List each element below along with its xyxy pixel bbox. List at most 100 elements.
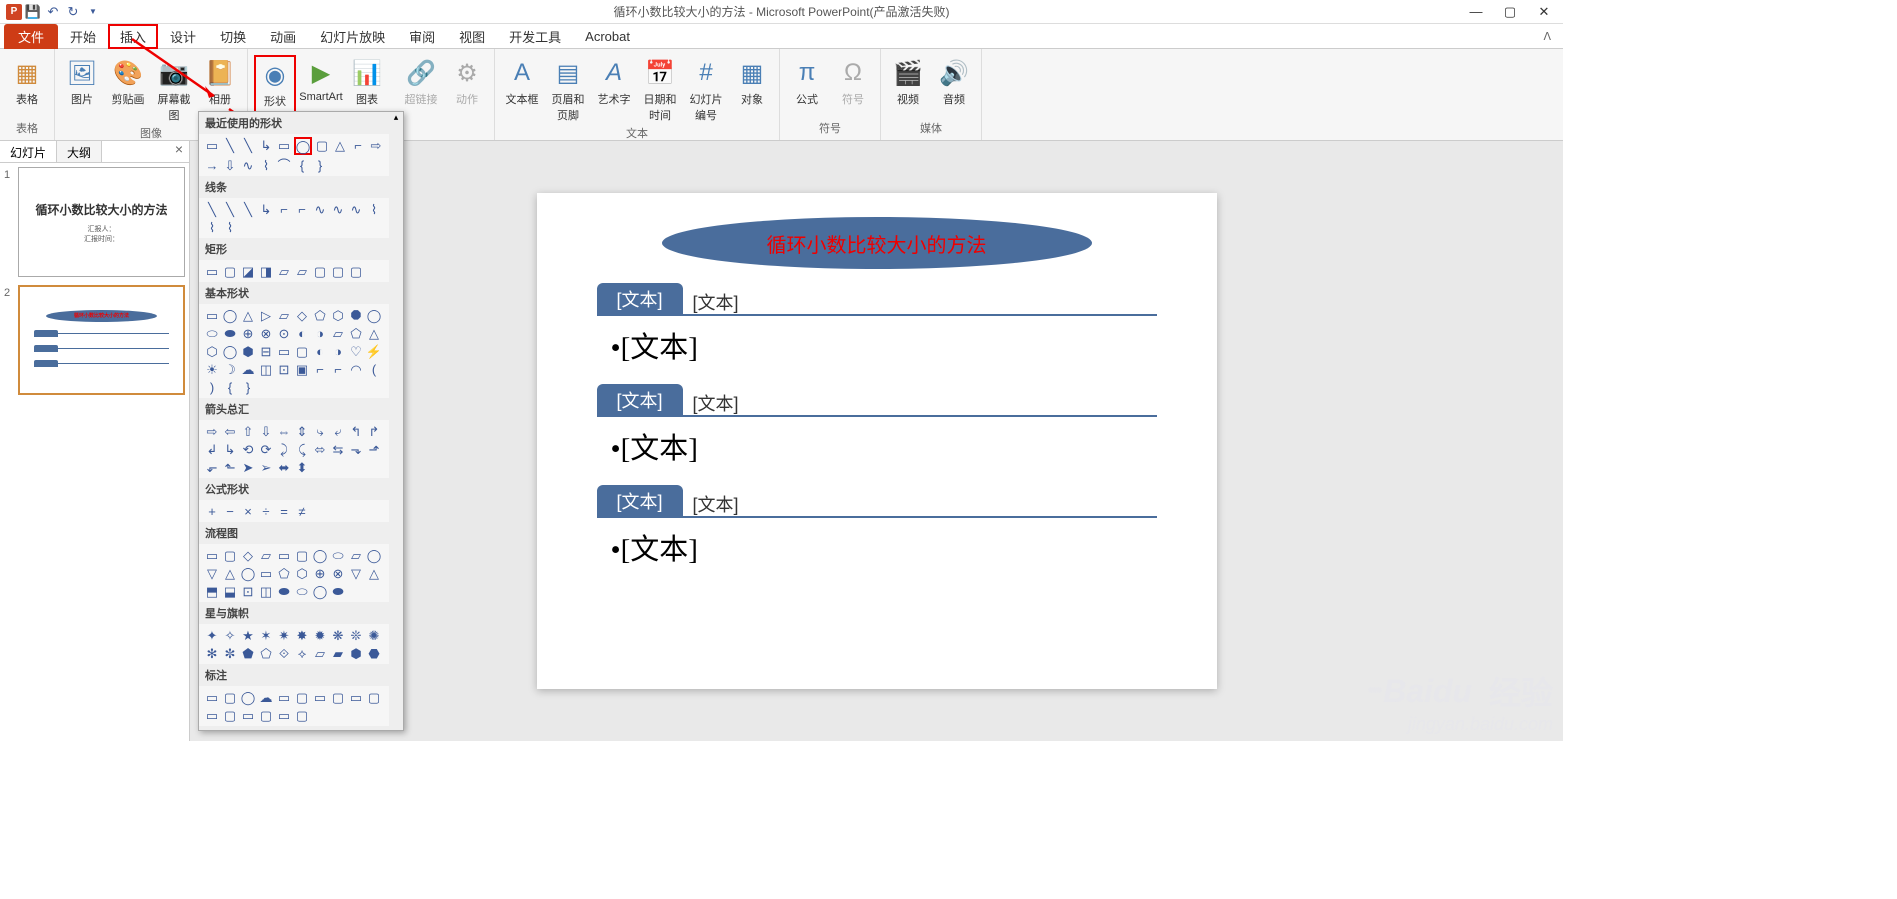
block-subtitle[interactable]: [文本]: [693, 289, 739, 315]
slidenum-button[interactable]: #幻灯片编号: [685, 55, 727, 125]
equation-icon: π: [791, 57, 823, 89]
symbol-icon: Ω: [837, 57, 869, 89]
shape-rrect[interactable]: ▢: [314, 137, 330, 153]
shape-curve[interactable]: ∿: [240, 157, 256, 173]
block-subtitle[interactable]: [文本]: [693, 491, 739, 517]
block-tab[interactable]: [文本]: [597, 384, 683, 416]
shapes-dropdown[interactable]: ▴ 最近使用的形状 ▭╲╲↳▭◯▢△⌐⇨→⇩ ∿⌇⌒{} 线条 ╲╲╲↳⌐⌐∿∿…: [198, 111, 404, 731]
close-button[interactable]: ✕: [1529, 4, 1559, 20]
headerfooter-icon: ▤: [552, 57, 584, 89]
object-icon: ▦: [736, 57, 768, 89]
table-icon: ▦: [11, 57, 43, 89]
arrow-shapes: ⇨⇦⇧⇩⇔⇕⤷⤶↰↱↲↳ ⟲⟳⤸⤹⬄⇆⬎⬏⬐⬑➤➢ ⬌⬍: [199, 420, 403, 478]
shape-l[interactable]: ⌐: [350, 137, 366, 153]
textbox-button[interactable]: A文本框: [501, 55, 543, 109]
quick-access-toolbar: P 💾 ↶ ↻ ▼: [0, 3, 102, 21]
thumbnail-tabs: 幻灯片 大纲 ×: [0, 141, 189, 163]
slide-title-oval[interactable]: 循环小数比较大小的方法: [662, 217, 1092, 269]
chart-button[interactable]: 📊图表: [346, 55, 388, 109]
shape-oval[interactable]: ◯: [294, 137, 312, 155]
cat-stars: 星与旗帜: [199, 602, 403, 624]
save-icon[interactable]: 💾: [24, 3, 42, 21]
thumb-tab-slides[interactable]: 幻灯片: [0, 141, 57, 162]
dropdown-scrollbar[interactable]: ▴: [389, 112, 403, 730]
tab-acrobat[interactable]: Acrobat: [573, 26, 642, 47]
tab-developer[interactable]: 开发工具: [497, 24, 573, 49]
block-tab[interactable]: [文本]: [597, 485, 683, 517]
shape-arc[interactable]: ⌒: [276, 157, 292, 173]
tab-file[interactable]: 文件: [4, 24, 58, 49]
minimize-button[interactable]: —: [1461, 4, 1491, 20]
smartart-button[interactable]: ▶SmartArt: [300, 55, 342, 105]
ribbon-collapse-icon[interactable]: ᐱ: [1543, 30, 1551, 43]
tab-insert[interactable]: 插入: [108, 24, 158, 49]
equation-button[interactable]: π公式: [786, 55, 828, 109]
content-block-3[interactable]: [文本] [文本] •[文本]: [597, 485, 1157, 568]
shape-rarrow[interactable]: →: [204, 157, 220, 173]
block-body[interactable]: •[文本]: [611, 324, 1157, 366]
shape-lbrace[interactable]: {: [294, 157, 310, 173]
tab-design[interactable]: 设计: [158, 24, 208, 49]
tables-button[interactable]: ▦表格: [6, 55, 48, 109]
tab-animations[interactable]: 动画: [258, 24, 308, 49]
headerfooter-button[interactable]: ▤页眉和页脚: [547, 55, 589, 125]
thumbnail-2[interactable]: 2 循环小数比较大小的方法: [4, 285, 185, 395]
album-icon: 📔: [204, 57, 236, 89]
undo-icon[interactable]: ↶: [44, 3, 62, 21]
equation-shapes: +−×÷=≠: [199, 500, 403, 522]
shapes-button[interactable]: ◉形状: [254, 55, 296, 113]
tab-view[interactable]: 视图: [447, 24, 497, 49]
cat-callouts: 标注: [199, 664, 403, 686]
tab-transitions[interactable]: 切换: [208, 24, 258, 49]
thumb-close-icon[interactable]: ×: [169, 141, 189, 162]
shape-line[interactable]: ╲: [222, 137, 238, 153]
titlebar: P 💾 ↶ ↻ ▼ 循环小数比较大小的方法 - Microsoft PowerP…: [0, 0, 1563, 24]
shape-free[interactable]: ⌇: [258, 157, 274, 173]
block-tab[interactable]: [文本]: [597, 283, 683, 315]
recent-shapes: ▭╲╲↳▭◯▢△⌐⇨→⇩ ∿⌇⌒{}: [199, 134, 403, 176]
wordart-icon: A: [598, 57, 630, 89]
shape-darrow[interactable]: ⇩: [222, 157, 238, 173]
slide-2[interactable]: 循环小数比较大小的方法 [文本] [文本] •[文本] [文本] [文本] •[…: [537, 193, 1217, 689]
tab-slideshow[interactable]: 幻灯片放映: [308, 24, 397, 49]
block-body[interactable]: •[文本]: [611, 526, 1157, 568]
picture-button[interactable]: 🖼图片: [61, 55, 103, 109]
cat-basic: 基本形状: [199, 282, 403, 304]
slidenum-icon: #: [690, 57, 722, 89]
shape-connector[interactable]: ↳: [258, 137, 274, 153]
shape-textbox[interactable]: ▭: [204, 137, 220, 153]
video-button[interactable]: 🎬视频: [887, 55, 929, 109]
lines-shapes: ╲╲╲↳⌐⌐∿∿∿⌇⌇⌇: [199, 198, 403, 238]
object-button[interactable]: ▦对象: [731, 55, 773, 109]
chart-icon: 📊: [351, 57, 383, 89]
redo-icon[interactable]: ↻: [64, 3, 82, 21]
cat-equations: 公式形状: [199, 478, 403, 500]
tab-home[interactable]: 开始: [58, 24, 108, 49]
shape-triangle[interactable]: △: [332, 137, 348, 153]
shape-rect[interactable]: ▭: [276, 137, 292, 153]
clipart-button[interactable]: 🎨剪贴画: [107, 55, 149, 109]
maximize-button[interactable]: ▢: [1495, 4, 1525, 20]
datetime-button[interactable]: 📅日期和时间: [639, 55, 681, 125]
screenshot-button[interactable]: 📷屏幕截图: [153, 55, 195, 125]
album-button[interactable]: 📔相册: [199, 55, 241, 109]
qat-dropdown-icon[interactable]: ▼: [84, 3, 102, 21]
cat-arrows: 箭头总汇: [199, 398, 403, 420]
thumbnail-1[interactable]: 1 循环小数比较大小的方法 汇报人： 汇报时间：: [4, 167, 185, 277]
action-button: ⚙动作: [446, 55, 488, 109]
thumb-tab-outline[interactable]: 大纲: [57, 141, 102, 162]
window-title: 循环小数比较大小的方法 - Microsoft PowerPoint(产品激活失…: [613, 3, 949, 20]
tab-review[interactable]: 审阅: [397, 24, 447, 49]
shape-rbrace[interactable]: }: [312, 157, 328, 173]
audio-button[interactable]: 🔊音频: [933, 55, 975, 109]
content-block-1[interactable]: [文本] [文本] •[文本]: [597, 283, 1157, 366]
thumbnail-list[interactable]: 1 循环小数比较大小的方法 汇报人： 汇报时间： 2 循环小数比较大小的方法: [0, 163, 189, 741]
shape-line2[interactable]: ╲: [240, 137, 256, 153]
group-text: A文本框 ▤页眉和页脚 A艺术字 📅日期和时间 #幻灯片编号 ▦对象 文本: [495, 49, 780, 140]
block-body[interactable]: •[文本]: [611, 425, 1157, 467]
block-subtitle[interactable]: [文本]: [693, 390, 739, 416]
wordart-button[interactable]: A艺术字: [593, 55, 635, 109]
shape-arrow[interactable]: ⇨: [368, 137, 384, 153]
basic-shapes: ▭◯△▷▱◇⬠⬡⯃◯⬭⬬ ⊕⊗⊙◐◑▱⬠△⬡◯⬢⊟ ▭▢◐◑♡⚡☀☽☁◫⊡▣ ⌐…: [199, 304, 403, 398]
content-block-2[interactable]: [文本] [文本] •[文本]: [597, 384, 1157, 467]
